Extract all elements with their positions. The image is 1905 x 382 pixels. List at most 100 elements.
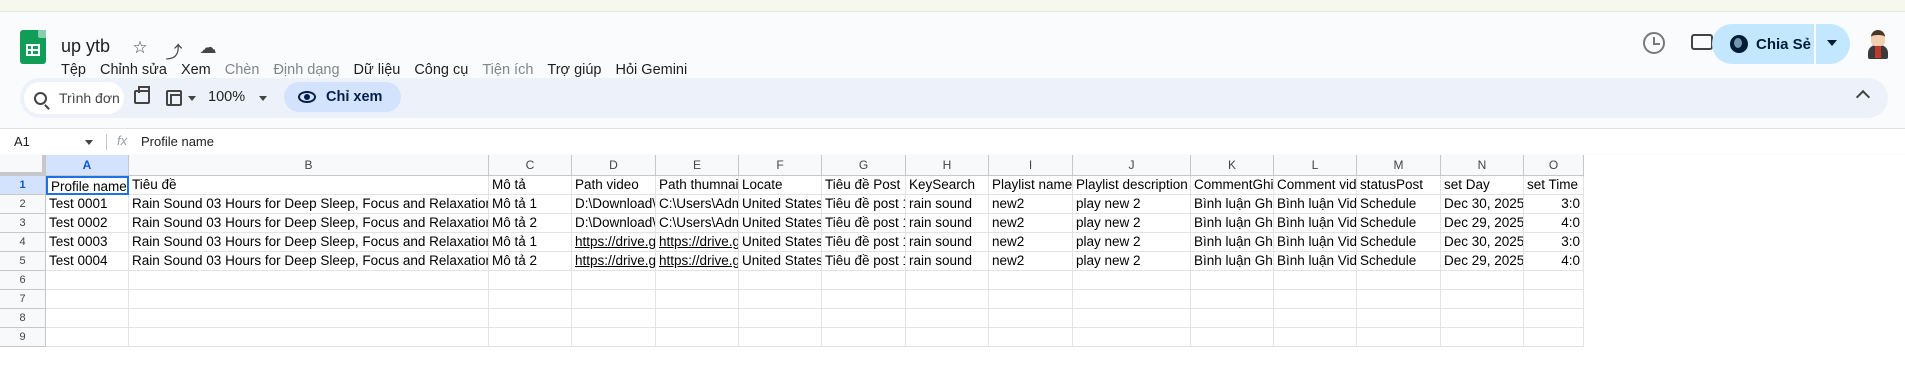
table-cell[interactable]	[1191, 271, 1274, 290]
table-cell[interactable]	[739, 290, 822, 309]
table-cell[interactable]	[656, 271, 739, 290]
table-cell[interactable]: rain sound	[906, 214, 989, 233]
table-cell[interactable]: Dec 30, 2025	[1441, 195, 1524, 214]
table-cell[interactable]: Profile name	[46, 176, 129, 195]
menu-item[interactable]: Chỉnh sửa	[93, 62, 174, 78]
table-cell[interactable]	[906, 271, 989, 290]
column-header[interactable]: J	[1073, 155, 1191, 176]
table-cell[interactable]: Mô tả 1	[489, 195, 572, 214]
table-cell[interactable]: Bình luận Video	[1274, 252, 1357, 271]
table-cell[interactable]: Bình luận Ghim	[1191, 195, 1274, 214]
table-cell[interactable]	[1191, 309, 1274, 328]
table-cell[interactable]	[906, 290, 989, 309]
table-cell[interactable]: United States	[739, 195, 822, 214]
table-cell[interactable]: 3:0	[1524, 195, 1584, 214]
table-cell[interactable]	[129, 309, 489, 328]
table-cell[interactable]	[1524, 290, 1584, 309]
table-cell[interactable]: Locate	[739, 176, 822, 195]
table-cell[interactable]	[46, 309, 129, 328]
sheets-logo-icon[interactable]	[20, 30, 46, 64]
table-cell[interactable]: Schedule	[1357, 195, 1441, 214]
table-cell[interactable]: Bình luận Ghim	[1191, 233, 1274, 252]
table-cell[interactable]	[1274, 271, 1357, 290]
document-title[interactable]: up ytb	[61, 36, 110, 57]
table-cell[interactable]: Test 0003	[46, 233, 129, 252]
table-cell[interactable]: Bình luận Ghim	[1191, 252, 1274, 271]
table-cell[interactable]: Tiêu đề	[129, 176, 489, 195]
table-cell[interactable]: new2	[989, 252, 1073, 271]
table-cell[interactable]: set Day	[1441, 176, 1524, 195]
column-header[interactable]: G	[822, 155, 906, 176]
table-cell[interactable]: C:\Users\Admin\	[656, 195, 739, 214]
menu-item[interactable]: Công cụ	[407, 62, 475, 78]
table-cell[interactable]	[822, 290, 906, 309]
table-cell[interactable]: https://drive.goo	[572, 233, 656, 252]
table-cell[interactable]	[1274, 290, 1357, 309]
table-cell[interactable]: Path video	[572, 176, 656, 195]
table-cell[interactable]: play new 2	[1073, 214, 1191, 233]
table-cell[interactable]: United States	[739, 233, 822, 252]
table-cell[interactable]: Dec 29, 2025	[1441, 214, 1524, 233]
zoom-caret-icon[interactable]	[259, 96, 267, 101]
table-cell[interactable]: Mô tả 2	[489, 214, 572, 233]
row-header[interactable]: 4	[0, 233, 46, 252]
table-cell[interactable]	[1357, 290, 1441, 309]
table-cell[interactable]: Test 0002	[46, 214, 129, 233]
table-cell[interactable]	[739, 328, 822, 347]
table-cell[interactable]: Tiêu đề post 1	[822, 214, 906, 233]
star-icon[interactable]: ☆	[130, 38, 150, 63]
table-cell[interactable]: Schedule	[1357, 214, 1441, 233]
column-header[interactable]: D	[572, 155, 656, 176]
table-cell[interactable]	[489, 271, 572, 290]
table-cell[interactable]: Schedule	[1357, 233, 1441, 252]
table-cell[interactable]	[1524, 271, 1584, 290]
row-header[interactable]: 8	[0, 309, 46, 328]
table-cell[interactable]: Tiêu đề post 1	[822, 252, 906, 271]
table-cell[interactable]: Bình luận Video	[1274, 214, 1357, 233]
table-cell[interactable]	[1441, 290, 1524, 309]
table-cell[interactable]	[1441, 309, 1524, 328]
table-cell[interactable]: Mô tả 1	[489, 233, 572, 252]
column-header[interactable]: B	[129, 155, 489, 176]
table-cell[interactable]	[1073, 271, 1191, 290]
column-header[interactable]: E	[656, 155, 739, 176]
name-box-caret-icon[interactable]	[85, 140, 93, 145]
table-cell[interactable]	[46, 271, 129, 290]
table-cell[interactable]	[989, 309, 1073, 328]
table-cell[interactable]	[906, 328, 989, 347]
print-icon[interactable]	[134, 86, 150, 104]
column-header[interactable]: L	[1274, 155, 1357, 176]
row-header[interactable]: 6	[0, 271, 46, 290]
table-cell[interactable]: Rain Sound 03 Hours for Deep Sleep, Focu…	[129, 195, 489, 214]
menu-search[interactable]: Trình đơn	[24, 82, 124, 114]
table-cell[interactable]	[989, 271, 1073, 290]
row-header[interactable]: 7	[0, 290, 46, 309]
cloud-status-icon[interactable]: ☁	[198, 38, 218, 63]
table-cell[interactable]: rain sound	[906, 195, 989, 214]
menu-item[interactable]: Định dạng	[266, 62, 346, 78]
table-cell[interactable]	[1357, 271, 1441, 290]
select-all-corner[interactable]	[0, 155, 46, 176]
table-cell[interactable]: new2	[989, 233, 1073, 252]
table-cell[interactable]: https://drive.goo	[572, 252, 656, 271]
column-header[interactable]: I	[989, 155, 1073, 176]
table-cell[interactable]: C:\Users\Admin\	[656, 214, 739, 233]
row-header[interactable]: 9	[0, 328, 46, 347]
table-cell[interactable]: D:\Download\Cá	[572, 195, 656, 214]
column-header[interactable]: M	[1357, 155, 1441, 176]
table-cell[interactable]	[822, 271, 906, 290]
view-only-button[interactable]: Chỉ xem	[284, 82, 401, 112]
table-cell[interactable]	[822, 328, 906, 347]
table-cell[interactable]	[489, 309, 572, 328]
column-header[interactable]: K	[1191, 155, 1274, 176]
avatar[interactable]	[1863, 28, 1893, 60]
table-cell[interactable]: D:\Download\sn	[572, 214, 656, 233]
table-cell[interactable]: new2	[989, 195, 1073, 214]
table-cell[interactable]: Path thumnail	[656, 176, 739, 195]
column-header[interactable]: N	[1441, 155, 1524, 176]
table-cell[interactable]	[489, 290, 572, 309]
table-cell[interactable]	[572, 328, 656, 347]
table-cell[interactable]	[129, 290, 489, 309]
table-cell[interactable]	[1357, 328, 1441, 347]
share-caret-icon[interactable]	[1827, 40, 1837, 46]
